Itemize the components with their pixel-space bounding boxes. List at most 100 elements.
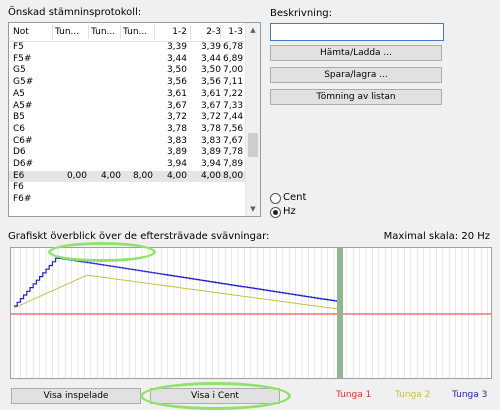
table-cell: 7,89 — [223, 159, 244, 169]
scale-label: Maximal skala: 20 Hz — [383, 231, 490, 242]
scroll-thumb[interactable] — [248, 133, 258, 157]
table-row[interactable]: C6# 3,83 3,83 7,67 — [9, 136, 245, 148]
table-row[interactable]: A5# 3,67 3,67 7,33 — [9, 101, 245, 113]
column-header[interactable]: 1-3 — [223, 23, 243, 41]
table-cell: 3,44 — [166, 53, 187, 64]
cent-label: Cent — [283, 192, 307, 203]
table-row[interactable]: F6# — [9, 194, 245, 206]
grid-lines — [13, 248, 488, 378]
table-cell: C6# — [13, 135, 33, 146]
column-header[interactable]: Tun... — [123, 23, 153, 41]
table-cell: F6 — [13, 182, 24, 193]
hz-label: Hz — [283, 206, 296, 217]
table-cell: 3,89 — [200, 147, 221, 158]
table-cell: 7,33 — [223, 100, 244, 111]
column-header[interactable]: Not — [13, 23, 49, 41]
tunga2-curve — [13, 274, 338, 310]
legend-tunga1: Tunga 1 — [336, 390, 372, 400]
table-row[interactable]: B5 3,72 3,72 7,44 — [9, 112, 245, 124]
fetch-button[interactable]: Hämta/Ladda ... — [270, 45, 442, 61]
tunga3-curve — [14, 257, 341, 307]
table-row[interactable]: D6 3,89 3,89 7,78 — [9, 147, 245, 159]
hz-radio[interactable] — [270, 207, 281, 218]
table-cell: 3,39 — [200, 42, 221, 52]
table-row[interactable]: C6 3,78 3,78 7,56 — [9, 124, 245, 136]
table-cell: G5# — [13, 77, 34, 88]
table-cell: 8,00 — [132, 170, 153, 181]
show-recorded-button[interactable]: Visa inspelade — [11, 388, 141, 404]
column-divider — [220, 25, 221, 39]
table-cell: 3,83 — [166, 135, 187, 146]
table-cell: 3,67 — [200, 100, 221, 111]
column-divider — [120, 25, 121, 39]
table-cell: E6 — [13, 170, 25, 181]
table-cell: 7,78 — [223, 147, 244, 158]
table-cell: 3,61 — [166, 88, 187, 99]
table-cell: F6# — [13, 194, 32, 205]
graph-title: Grafiskt överblick över de eftersträvade… — [8, 231, 270, 242]
beat-graph — [10, 247, 492, 379]
table-row[interactable]: F5# 3,44 3,44 6,89 — [9, 54, 245, 66]
table-cell: 6,78 — [223, 42, 244, 52]
table-cell: 3,78 — [166, 123, 187, 134]
scroll-up-icon[interactable]: ▲ — [246, 23, 260, 37]
table-cell: 4,00 — [100, 170, 121, 181]
table-cell: 3,72 — [166, 112, 187, 123]
table-cell: 7,22 — [223, 88, 244, 99]
protocol-table[interactable]: Not Tun... Tun... Tun... 1-2 2-3 1-3 F5 3,39 3,3… — [8, 22, 261, 217]
table-cell: 7,11 — [223, 77, 244, 88]
table-cell: A5 — [13, 88, 25, 99]
table-cell: 3,78 — [200, 123, 221, 134]
column-divider — [52, 25, 53, 39]
cent-radio[interactable] — [270, 193, 281, 204]
table-cell: F5# — [13, 53, 32, 64]
column-header[interactable]: 1-2 — [157, 23, 187, 41]
table-cell: D6# — [13, 159, 34, 169]
table-cell: 3,61 — [200, 88, 221, 99]
table-body[interactable]: F5 3,39 3,39 6,78 F5# 3,44 3,44 6,89 G5 3,50 3,50 7… — [9, 42, 245, 216]
protocol-title: Önskad stämninsprotokoll: — [8, 7, 142, 18]
legend-tunga2: Tunga 2 — [395, 390, 431, 400]
table-cell: 3,50 — [200, 65, 221, 76]
table-cell: D6 — [13, 147, 26, 158]
beat-graph-svg — [11, 248, 491, 378]
column-header[interactable]: Tun... — [91, 23, 121, 41]
table-row[interactable]: A5 3,61 3,61 7,22 — [9, 89, 245, 101]
table-row[interactable]: D6# 3,94 3,94 7,89 — [9, 159, 245, 171]
table-cell: 3,94 — [200, 159, 221, 169]
table-cell: A5# — [13, 100, 33, 111]
table-cell: 8,00 — [223, 170, 244, 181]
table-cell: 3,72 — [200, 112, 221, 123]
scroll-down-icon[interactable]: ▼ — [246, 202, 260, 216]
clear-list-button[interactable]: Tömning av listan — [270, 89, 442, 105]
column-header[interactable]: Tun... — [55, 23, 87, 41]
table-cell: 7,56 — [223, 123, 244, 134]
legend-tunga3: Tunga 3 — [452, 390, 488, 400]
table-cell: 7,44 — [223, 112, 244, 123]
table-cell: G5 — [13, 65, 26, 76]
table-cell: 3,50 — [166, 65, 187, 76]
table-header: Not Tun... Tun... Tun... 1-2 2-3 1-3 — [9, 23, 245, 42]
table-cell: 3,94 — [166, 159, 187, 169]
table-cell: 3,56 — [200, 77, 221, 88]
column-header[interactable]: 2-3 — [193, 23, 221, 41]
save-button[interactable]: Spara/lagra ... — [270, 67, 442, 83]
table-row[interactable]: F6 — [9, 182, 245, 194]
description-input[interactable] — [270, 23, 444, 41]
table-cell: B5 — [13, 112, 25, 123]
table-cell: 3,83 — [200, 135, 221, 146]
table-cell: 3,56 — [166, 77, 187, 88]
hz-radio-dot — [273, 210, 278, 215]
show-cent-button[interactable]: Visa i Cent — [150, 388, 280, 404]
table-cell: 4,00 — [200, 170, 221, 181]
table-cell: 3,67 — [166, 100, 187, 111]
table-cell: 0,00 — [66, 170, 87, 181]
table-row[interactable]: F5 3,39 3,39 6,78 — [9, 42, 245, 54]
current-note-marker — [337, 248, 343, 378]
table-cell: 7,00 — [223, 65, 244, 76]
table-row[interactable]: E6 0,00 4,00 8,00 4,00 4,00 8,00 — [9, 170, 245, 183]
table-cell: 3,44 — [200, 53, 221, 64]
table-row[interactable]: G5# 3,56 3,56 7,11 — [9, 77, 245, 89]
table-row[interactable]: G5 3,50 3,50 7,00 — [9, 65, 245, 77]
vertical-scrollbar[interactable]: ▲ ▼ — [245, 23, 260, 216]
